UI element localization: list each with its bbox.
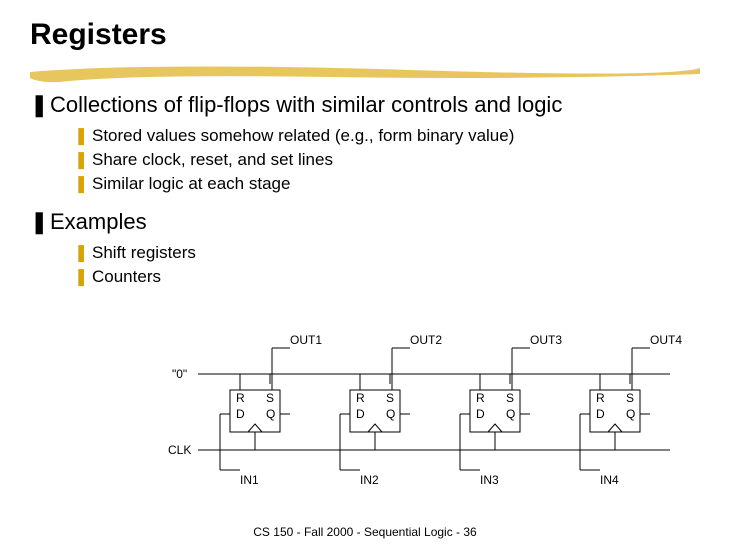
- pin-R: R: [476, 391, 485, 405]
- pin-S: S: [266, 391, 274, 405]
- in-label-4: IN4: [600, 473, 619, 487]
- pin-D: D: [476, 407, 485, 421]
- pin-S: S: [506, 391, 514, 405]
- title-underline-swoosh: [30, 60, 700, 90]
- in-label-3: IN3: [480, 473, 499, 487]
- pin-D: D: [236, 407, 245, 421]
- sub-bullet-1b-text: Share clock, reset, and set lines: [92, 150, 333, 169]
- sub-bullet-1c-text: Similar logic at each stage: [92, 174, 290, 193]
- pin-Q: Q: [386, 407, 395, 421]
- pin-D: D: [356, 407, 365, 421]
- y-bullet-icon: ❚: [74, 265, 92, 289]
- sub-bullet-2a: ❚Shift registers: [74, 241, 700, 265]
- pin-R: R: [596, 391, 605, 405]
- pin-Q: Q: [626, 407, 635, 421]
- pin-S: S: [626, 391, 634, 405]
- zero-label: "0": [172, 367, 187, 381]
- z-bullet-icon: ❚: [30, 209, 50, 235]
- main-bullet-2: ❚Examples: [30, 209, 700, 235]
- clk-label: CLK: [168, 443, 191, 457]
- pin-D: D: [596, 407, 605, 421]
- out-label-3: OUT3: [530, 333, 562, 347]
- z-bullet-icon: ❚: [30, 92, 50, 118]
- register-diagram: R S D Q R S D Q R S D Q R S D Q OUT1 OUT…: [140, 330, 700, 500]
- y-bullet-icon: ❚: [74, 172, 92, 196]
- y-bullet-icon: ❚: [74, 148, 92, 172]
- sub-bullet-1c: ❚Similar logic at each stage: [74, 172, 700, 196]
- sub-bullet-1a: ❚Stored values somehow related (e.g., fo…: [74, 124, 700, 148]
- sub-bullet-1b: ❚Share clock, reset, and set lines: [74, 148, 700, 172]
- page-title: Registers: [0, 0, 730, 52]
- main-bullet-1: ❚Collections of flip-flops with similar …: [30, 92, 700, 118]
- sub-bullet-2a-text: Shift registers: [92, 243, 196, 262]
- y-bullet-icon: ❚: [74, 241, 92, 265]
- pin-Q: Q: [266, 407, 275, 421]
- main-bullet-1-text: Collections of flip-flops with similar c…: [50, 92, 562, 117]
- y-bullet-icon: ❚: [74, 124, 92, 148]
- sub-bullet-1a-text: Stored values somehow related (e.g., for…: [92, 126, 514, 145]
- main-bullet-2-text: Examples: [50, 209, 147, 234]
- pin-R: R: [356, 391, 365, 405]
- slide-footer: CS 150 - Fall 2000 - Sequential Logic - …: [0, 525, 730, 539]
- in-label-1: IN1: [240, 473, 259, 487]
- sub-bullet-2b-text: Counters: [92, 267, 161, 286]
- pin-R: R: [236, 391, 245, 405]
- out-label-2: OUT2: [410, 333, 442, 347]
- sub-bullet-2b: ❚Counters: [74, 265, 700, 289]
- out-label-1: OUT1: [290, 333, 322, 347]
- out-label-4: OUT4: [650, 333, 682, 347]
- in-label-2: IN2: [360, 473, 379, 487]
- pin-S: S: [386, 391, 394, 405]
- pin-Q: Q: [506, 407, 515, 421]
